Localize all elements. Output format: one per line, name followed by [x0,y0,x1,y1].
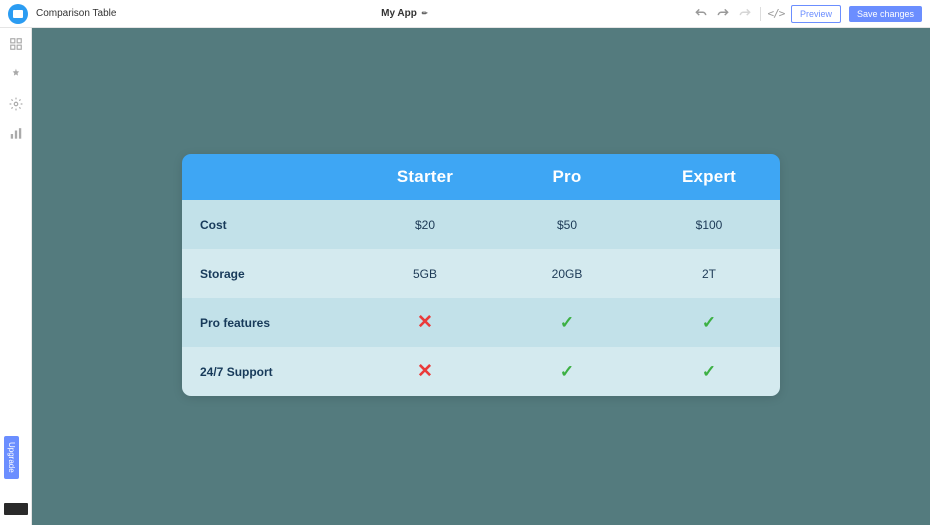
comparison-table[interactable]: Starter Pro Expert Cost$20$50$100Storage… [182,154,780,396]
disabled-redo-icon [738,7,752,21]
gear-icon[interactable] [8,96,24,112]
table-row: Cost$20$50$100 [182,200,780,249]
cell-value: $100 [638,200,780,249]
x-icon: ✕ [417,360,433,383]
row-label: Storage [182,249,354,298]
app-name-container: My App ✎ [124,8,686,19]
cell-value: $50 [496,200,638,249]
check-icon: ✓ [560,313,574,333]
cell-value: ✓ [496,298,638,347]
app-logo-icon[interactable] [8,4,28,24]
app-name[interactable]: My App [381,8,417,19]
topbar-actions: </> Preview Save changes [694,5,922,23]
x-icon: ✕ [417,311,433,334]
preview-button[interactable]: Preview [791,5,841,23]
divider [760,7,761,21]
left-sidebar: Upgrade [0,28,32,525]
cell-value: 5GB [354,249,496,298]
row-label: Pro features [182,298,354,347]
redo-icon[interactable] [716,7,730,21]
device-icon[interactable] [4,503,28,515]
grid-icon[interactable] [8,36,24,52]
check-icon: ✓ [702,313,716,333]
row-label: 24/7 Support [182,347,354,396]
undo-icon[interactable] [694,7,708,21]
table-row: Storage5GB20GB2T [182,249,780,298]
cell-value: ✓ [638,298,780,347]
pin-icon[interactable] [8,66,24,82]
cell-value: $20 [354,200,496,249]
column-header: Expert [638,154,780,200]
table-header-row: Starter Pro Expert [182,154,780,200]
column-header: Pro [496,154,638,200]
cell-value: 2T [638,249,780,298]
main: Upgrade Starter Pro Expert Cost$20$50$10… [0,28,930,525]
component-name: Comparison Table [36,8,116,19]
topbar: Comparison Table My App ✎ </> Preview Sa… [0,0,930,28]
code-icon[interactable]: </> [769,7,783,21]
table-body: Cost$20$50$100Storage5GB20GB2TPro featur… [182,200,780,396]
save-changes-button[interactable]: Save changes [849,6,922,22]
cell-value: ✓ [638,347,780,396]
cell-value: 20GB [496,249,638,298]
cell-value: ✓ [496,347,638,396]
row-label: Cost [182,200,354,249]
header-blank [182,154,354,200]
cell-value: ✕ [354,298,496,347]
column-header: Starter [354,154,496,200]
table-row: 24/7 Support ✕ ✓ ✓ [182,347,780,396]
table-row: Pro features ✕ ✓ ✓ [182,298,780,347]
upgrade-button[interactable]: Upgrade [4,436,19,479]
check-icon: ✓ [560,362,574,382]
cell-value: ✕ [354,347,496,396]
pencil-icon[interactable]: ✎ [420,9,430,19]
check-icon: ✓ [702,362,716,382]
editor-canvas[interactable]: Starter Pro Expert Cost$20$50$100Storage… [32,28,930,525]
stats-icon[interactable] [8,126,24,142]
